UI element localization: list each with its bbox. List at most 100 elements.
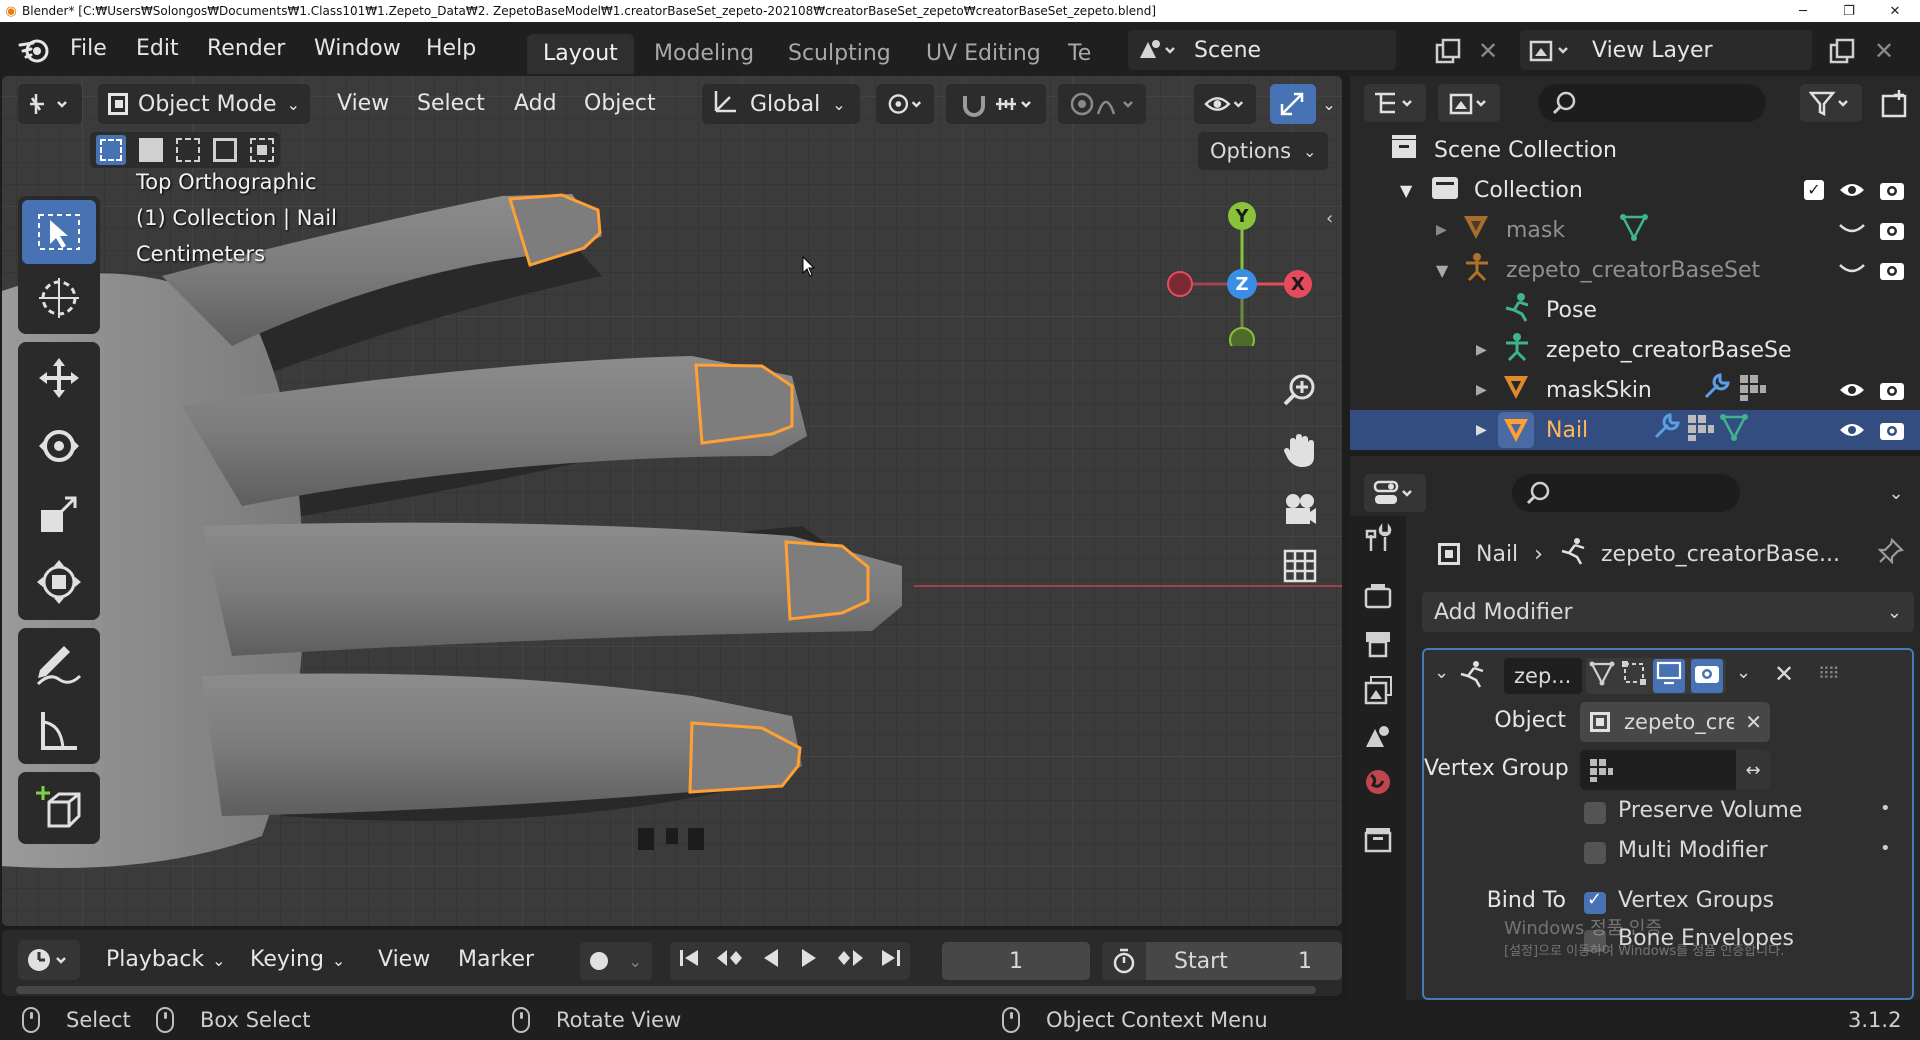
outliner-row-scene-collection[interactable]: Scene Collection bbox=[1350, 130, 1920, 170]
current-frame-field[interactable]: 1 bbox=[942, 942, 1090, 980]
auto-keying-toggle[interactable]: ⌄ bbox=[580, 942, 652, 980]
eye-icon[interactable] bbox=[1834, 380, 1870, 400]
outliner-row-pose[interactable]: Pose bbox=[1350, 290, 1920, 330]
outliner-row-armature-data[interactable]: ▶ zepeto_creatorBaseSe bbox=[1350, 330, 1920, 370]
outliner-editor-type[interactable] bbox=[1364, 84, 1426, 122]
keyframe-dot-icon[interactable]: • bbox=[1880, 798, 1891, 819]
sidebar-toggle-icon[interactable]: ‹ bbox=[1326, 208, 1333, 229]
next-keyframe-icon[interactable] bbox=[835, 947, 865, 975]
world-tab-icon[interactable] bbox=[1360, 764, 1396, 800]
measure-tool[interactable] bbox=[22, 698, 96, 762]
vp-menu-view[interactable]: View bbox=[327, 84, 399, 124]
mode-dropdown[interactable]: Object Mode ⌄ bbox=[98, 84, 310, 124]
include-checkbox-icon[interactable]: ✓ bbox=[1800, 180, 1828, 200]
play-reverse-icon[interactable] bbox=[760, 947, 782, 975]
timeline-menu-marker[interactable]: Marker bbox=[450, 940, 542, 980]
eye-icon[interactable] bbox=[1834, 420, 1870, 440]
remove-modifier-icon[interactable]: ✕ bbox=[1774, 660, 1794, 688]
cursor-tool[interactable] bbox=[22, 266, 96, 330]
scale-tool[interactable] bbox=[22, 482, 96, 546]
properties-search-input[interactable] bbox=[1512, 474, 1740, 512]
add-cube-tool[interactable] bbox=[22, 776, 96, 840]
cage-toggle-icon[interactable] bbox=[1621, 660, 1647, 692]
camera-render-icon[interactable] bbox=[1874, 259, 1910, 281]
modifier-name-field[interactable]: zep... bbox=[1504, 658, 1582, 694]
rotate-tool[interactable] bbox=[22, 414, 96, 478]
scene-selector[interactable]: Scene bbox=[1128, 30, 1396, 70]
outliner-row-armature[interactable]: ▼ zepeto_creatorBaseSet bbox=[1350, 250, 1920, 290]
select-invert-icon[interactable] bbox=[212, 138, 237, 162]
camera-view-icon[interactable] bbox=[1274, 484, 1326, 536]
output-tab-icon[interactable] bbox=[1360, 626, 1396, 662]
tool-settings-tab-icon[interactable] bbox=[1360, 520, 1396, 556]
tab-sculpting[interactable]: Sculpting bbox=[772, 34, 907, 74]
vertex-group-field[interactable]: ↔ bbox=[1580, 750, 1770, 790]
camera-render-icon[interactable] bbox=[1874, 219, 1910, 241]
expand-arrow-icon[interactable]: ▶ bbox=[1476, 422, 1487, 438]
close-window-button[interactable]: ✕ bbox=[1872, 0, 1918, 22]
timeline-menu-keying[interactable]: Keying ⌄ bbox=[242, 940, 353, 980]
camera-render-icon[interactable] bbox=[1874, 419, 1910, 441]
maximize-button[interactable]: ❐ bbox=[1826, 0, 1872, 22]
new-view-layer-icon[interactable] bbox=[1822, 36, 1862, 66]
menu-window[interactable]: Window bbox=[304, 30, 411, 68]
delete-scene-icon[interactable]: ✕ bbox=[1470, 36, 1506, 66]
gizmo-dropdown[interactable]: ⌄ bbox=[1316, 84, 1342, 124]
expand-arrow-icon[interactable]: ▶ bbox=[1476, 382, 1487, 398]
collapse-arrow-icon[interactable]: ⌄ bbox=[1434, 662, 1449, 683]
vp-menu-add[interactable]: Add bbox=[504, 84, 567, 124]
invert-vertex-group-icon[interactable]: ↔ bbox=[1736, 750, 1770, 790]
chevron-down-icon[interactable]: ⌄ bbox=[1736, 662, 1751, 683]
hand-model[interactable] bbox=[2, 76, 1342, 926]
filter-dropdown[interactable] bbox=[1800, 84, 1862, 122]
menu-help[interactable]: Help bbox=[416, 30, 486, 68]
preserve-volume-checkbox[interactable] bbox=[1584, 802, 1606, 824]
view-layer-tab-icon[interactable] bbox=[1360, 672, 1396, 708]
pin-icon[interactable] bbox=[1877, 537, 1905, 570]
add-modifier-dropdown[interactable]: Add Modifier ⌄ bbox=[1422, 592, 1914, 632]
select-box-tool[interactable] bbox=[22, 200, 96, 264]
select-intersect-icon[interactable] bbox=[249, 138, 274, 162]
outliner-row-maskskin[interactable]: ▶ maskSkin bbox=[1350, 370, 1920, 410]
menu-edit[interactable]: Edit bbox=[126, 30, 189, 68]
play-icon[interactable] bbox=[798, 947, 820, 975]
timeline-scrollbar[interactable] bbox=[16, 986, 1316, 994]
collection-tab-icon[interactable] bbox=[1360, 822, 1396, 858]
snapping-controls[interactable] bbox=[946, 84, 1046, 124]
grid-perspective-icon[interactable] bbox=[1274, 540, 1326, 592]
display-mode-dropdown[interactable] bbox=[1438, 84, 1500, 122]
zoom-icon[interactable] bbox=[1274, 364, 1326, 416]
jump-start-icon[interactable] bbox=[678, 947, 700, 975]
drag-handle-icon[interactable]: ⠿⠿ bbox=[1818, 664, 1839, 683]
3d-viewport[interactable]: Object Mode ⌄ View Select Add Object Glo… bbox=[2, 76, 1342, 926]
view-layer-selector[interactable]: View Layer bbox=[1520, 30, 1812, 70]
outliner-search-input[interactable] bbox=[1538, 84, 1766, 122]
preview-range-icon[interactable] bbox=[1102, 942, 1146, 980]
properties-editor-type[interactable] bbox=[1364, 474, 1426, 512]
options-dropdown[interactable]: Options ⌄ bbox=[1198, 132, 1329, 170]
timeline-editor-type[interactable] bbox=[18, 940, 80, 980]
select-new-icon[interactable] bbox=[96, 135, 127, 165]
new-collection-icon[interactable] bbox=[1874, 84, 1914, 122]
pan-hand-icon[interactable] bbox=[1274, 424, 1326, 476]
outliner-row-collection[interactable]: ▼ Collection ✓ bbox=[1350, 170, 1920, 210]
tab-layout[interactable]: Layout bbox=[527, 34, 634, 74]
menu-file[interactable]: File bbox=[60, 30, 117, 68]
expand-arrow-icon[interactable]: ▶ bbox=[1436, 222, 1447, 238]
visibility-dropdown[interactable] bbox=[1194, 84, 1256, 124]
multi-modifier-checkbox[interactable] bbox=[1584, 842, 1606, 864]
editor-type-dropdown[interactable] bbox=[18, 84, 82, 124]
expand-arrow-icon[interactable]: ▶ bbox=[1476, 342, 1487, 358]
render-tab-icon[interactable] bbox=[1360, 578, 1396, 614]
start-frame-field[interactable]: Start 1 bbox=[1102, 942, 1342, 980]
delete-view-layer-icon[interactable]: ✕ bbox=[1866, 36, 1902, 66]
jump-end-icon[interactable] bbox=[880, 947, 902, 975]
viewport-toggle-icon[interactable] bbox=[1653, 659, 1685, 693]
tab-uv-editing[interactable]: UV Editing bbox=[910, 34, 1057, 74]
minimize-button[interactable]: ─ bbox=[1780, 0, 1826, 22]
tab-texture-paint[interactable]: Te bbox=[1058, 34, 1114, 74]
transform-tool[interactable] bbox=[22, 550, 96, 614]
expand-arrow-icon[interactable]: ▼ bbox=[1436, 261, 1448, 280]
timeline-menu-view[interactable]: View bbox=[370, 940, 438, 980]
transform-orientation-dropdown[interactable]: Global ⌄ bbox=[702, 84, 860, 124]
